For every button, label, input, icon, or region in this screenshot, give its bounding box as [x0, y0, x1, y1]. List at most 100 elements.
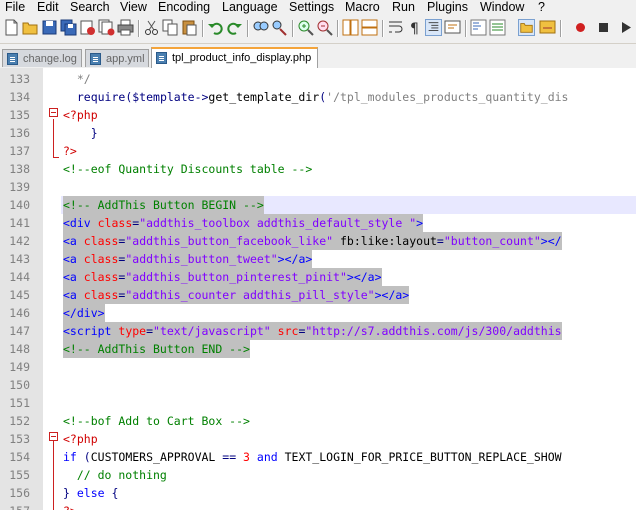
toolbar-separator — [465, 20, 467, 37]
code-token: 3 — [243, 450, 250, 464]
menu-help[interactable]: ? — [538, 0, 545, 15]
line-number: 138 — [9, 162, 30, 176]
code-token: -> — [194, 90, 209, 104]
menu-edit[interactable]: Edit — [37, 0, 59, 15]
indent-guide-icon[interactable] — [425, 19, 442, 36]
code-line[interactable]: 149 — [0, 358, 636, 376]
menu-view[interactable]: View — [120, 0, 147, 15]
code-line[interactable]: 137 ?> — [0, 142, 636, 160]
zoom-out-icon[interactable] — [316, 19, 333, 36]
close-file-icon[interactable] — [79, 19, 96, 36]
save-all-icon[interactable] — [60, 19, 77, 36]
code-line[interactable]: 153 <?php — [0, 430, 636, 448]
user-defined-lang-icon[interactable] — [444, 19, 461, 36]
code-line[interactable]: 145 <a class="addthis_counter addthis_pil… — [0, 286, 636, 304]
sync-vertical-icon[interactable] — [342, 19, 359, 36]
tab-tpl-product-info-display[interactable]: tpl_product_info_display.php — [151, 47, 318, 68]
find-icon[interactable] — [252, 19, 269, 36]
replace-icon[interactable] — [271, 19, 288, 36]
zoom-in-icon[interactable] — [297, 19, 314, 36]
code-line[interactable]: 152 <!--bof Add to Cart Box --> — [0, 412, 636, 430]
menu-settings[interactable]: Settings — [289, 0, 334, 15]
show-all-chars-icon[interactable]: ¶ — [406, 19, 423, 36]
function-list-icon[interactable] — [489, 19, 506, 36]
menu-run[interactable]: Run — [392, 0, 415, 15]
monitoring-icon[interactable] — [539, 19, 556, 36]
code-line[interactable]: 155 // do nothing — [0, 466, 636, 484]
cut-icon[interactable] — [143, 19, 160, 36]
doc-map-icon[interactable] — [470, 19, 487, 36]
close-all-icon[interactable] — [98, 19, 115, 36]
menu-window[interactable]: Window — [480, 0, 524, 15]
line-code: <?php — [63, 430, 98, 448]
menu-file[interactable]: File — [5, 0, 25, 15]
code-line[interactable]: 146 </div> — [0, 304, 636, 322]
paste-icon[interactable] — [181, 19, 198, 36]
code-token: "addthis_button_pinterest_pinit" — [125, 270, 347, 284]
code-line[interactable]: 144 <a class="addthis_button_pinterest_pi… — [0, 268, 636, 286]
code-token: <a — [63, 234, 84, 248]
code-line[interactable]: 141 <div class="addthis_toolbox addthis_d… — [0, 214, 636, 232]
code-line[interactable]: 142 <a class = "addthis_button_facebook_lik… — [0, 232, 636, 250]
tab-app-yml[interactable]: app.yml — [85, 49, 149, 67]
open-file-icon[interactable] — [22, 19, 39, 36]
code-editor[interactable]: 133 */134 require($template->get_templat… — [0, 68, 636, 510]
code-line[interactable]: 156} else { — [0, 484, 636, 502]
copy-icon[interactable] — [162, 19, 179, 36]
code-line[interactable]: 138 <!--eof Quantity Discounts table --> — [0, 160, 636, 178]
fold-toggle-icon[interactable] — [49, 108, 58, 117]
tab-change-log[interactable]: change.log — [2, 49, 82, 67]
code-line[interactable]: 148 <!-- AddThis Button END --> — [0, 340, 636, 358]
code-line[interactable]: 151 — [0, 394, 636, 412]
code-line[interactable]: 140 <!-- AddThis Button BEGIN --> — [0, 196, 636, 214]
code-token: else — [76, 486, 105, 500]
svg-text:¶: ¶ — [410, 21, 419, 36]
code-token: "addthis_toolbox addthis_default_style " — [139, 216, 417, 230]
sync-horizontal-icon[interactable] — [361, 19, 378, 36]
menu-plugins[interactable]: Plugins — [427, 0, 468, 15]
play-macro-icon[interactable] — [617, 19, 634, 36]
code-line[interactable]: 147 <script type="text/javascript" src="h… — [0, 322, 636, 340]
code-token: "text/javascript" — [153, 324, 271, 338]
toolbar-separator — [382, 20, 384, 37]
code-line[interactable]: 157 ?> — [0, 502, 636, 510]
code-token: } — [63, 486, 77, 500]
print-icon[interactable] — [117, 19, 134, 36]
folder-workspace-icon[interactable] — [518, 19, 535, 36]
code-token: ?> — [63, 144, 77, 158]
toolbar-separator — [202, 20, 204, 37]
code-line[interactable]: 136 } — [0, 124, 636, 142]
code-token: <!--eof Quantity Discounts table --> — [63, 162, 313, 176]
record-macro-icon[interactable] — [572, 19, 589, 36]
menu-macro[interactable]: Macro — [345, 0, 380, 15]
redo-icon[interactable] — [226, 19, 243, 36]
word-wrap-icon[interactable] — [387, 19, 404, 36]
file-icon — [7, 53, 18, 65]
fold-end — [53, 157, 59, 158]
new-file-icon[interactable] — [3, 19, 20, 36]
code-line[interactable]: 150 — [0, 376, 636, 394]
code-line[interactable]: 134 require($template->get_template_dir(… — [0, 88, 636, 106]
code-token: get_template_dir — [208, 90, 320, 104]
code-token: ></a> — [346, 270, 382, 284]
save-icon[interactable] — [41, 19, 58, 36]
code-token: <a — [63, 288, 84, 302]
code-token: require — [63, 90, 126, 104]
code-line[interactable]: 154 if (CUSTOMERS_APPROVAL == 3 and TEXT_… — [0, 448, 636, 466]
menu-language[interactable]: Language — [222, 0, 278, 15]
undo-icon[interactable] — [207, 19, 224, 36]
tab-label: tpl_product_info_display.php — [172, 52, 312, 64]
code-line[interactable]: 135 <?php — [0, 106, 636, 124]
line-code: } — [63, 124, 98, 142]
code-line[interactable]: 143 <a class="addthis_button_tweet"></a> — [0, 250, 636, 268]
menu-encoding[interactable]: Encoding — [158, 0, 210, 15]
code-line[interactable]: 139 — [0, 178, 636, 196]
code-token: } — [63, 126, 98, 140]
code-line[interactable]: 133 */ — [0, 70, 636, 88]
menu-search[interactable]: Search — [70, 0, 110, 15]
code-token: $template — [132, 90, 195, 104]
line-number: 140 — [9, 198, 30, 212]
stop-macro-icon[interactable] — [595, 19, 612, 36]
line-number: 143 — [9, 252, 30, 266]
fold-toggle-icon[interactable] — [49, 432, 58, 441]
